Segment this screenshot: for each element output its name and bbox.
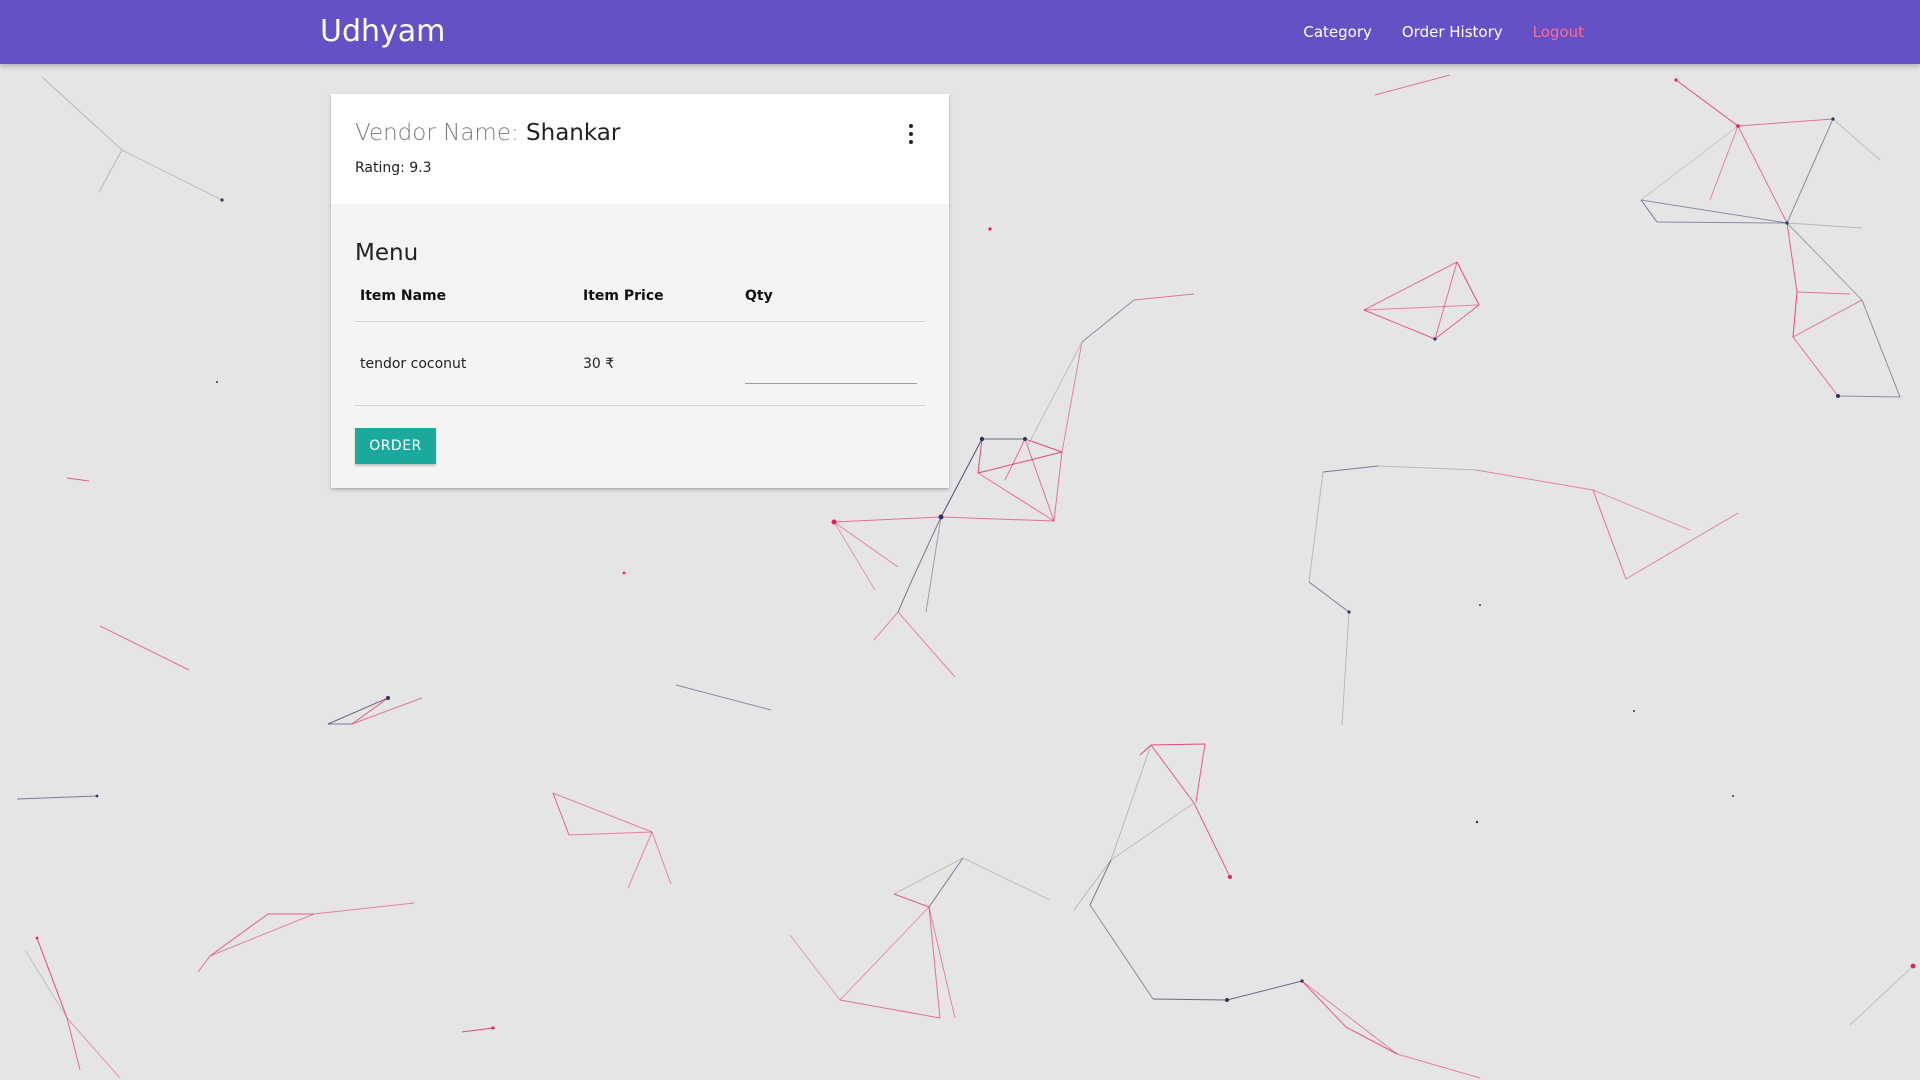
vendor-name-value: Shankar	[526, 120, 621, 146]
more-vertical-icon[interactable]	[903, 124, 919, 144]
menu-table-head: Item Name Item Price Qty	[355, 288, 925, 322]
top-navbar: Udhyam Category Order History Logout	[0, 0, 1920, 64]
column-header-qty: Qty	[740, 288, 925, 322]
column-header-item-price: Item Price	[578, 288, 740, 322]
kebab-dot	[909, 140, 913, 144]
qty-input[interactable]	[745, 353, 917, 384]
kebab-dot	[909, 132, 913, 136]
vendor-rating: Rating: 9.3	[355, 160, 432, 176]
nav-link-logout[interactable]: Logout	[1533, 23, 1584, 41]
brand-logo[interactable]: Udhyam	[320, 0, 445, 64]
order-button[interactable]: ORDER	[355, 428, 436, 464]
nav-link-order-history[interactable]: Order History	[1402, 23, 1503, 41]
nav-link-category[interactable]: Category	[1303, 23, 1372, 41]
particle-network-background	[16, 74, 1916, 1079]
qty-cell	[740, 321, 925, 406]
menu-header-row: Item Name Item Price Qty	[355, 288, 925, 322]
table-row: tendor coconut 30 ₹	[355, 321, 925, 406]
column-header-item-name: Item Name	[355, 288, 578, 322]
vendor-name-label: Vendor Name:	[355, 120, 519, 146]
item-price-cell: 30 ₹	[578, 321, 740, 406]
kebab-dot	[909, 124, 913, 128]
menu-title: Menu	[355, 240, 419, 266]
item-name-cell: tendor coconut	[355, 321, 578, 406]
vendor-title: Vendor Name: Shankar	[355, 118, 925, 148]
nav-links: Category Order History Logout	[1273, 0, 1584, 64]
vendor-card: Vendor Name: Shankar Rating: 9.3 Menu It…	[331, 94, 949, 488]
menu-section: Menu Item Name Item Price Qty tendor coc…	[331, 204, 949, 488]
vendor-card-header: Vendor Name: Shankar Rating: 9.3	[331, 94, 949, 204]
menu-table-body: tendor coconut 30 ₹	[355, 321, 925, 406]
menu-table: Item Name Item Price Qty tendor coconut …	[355, 288, 925, 406]
